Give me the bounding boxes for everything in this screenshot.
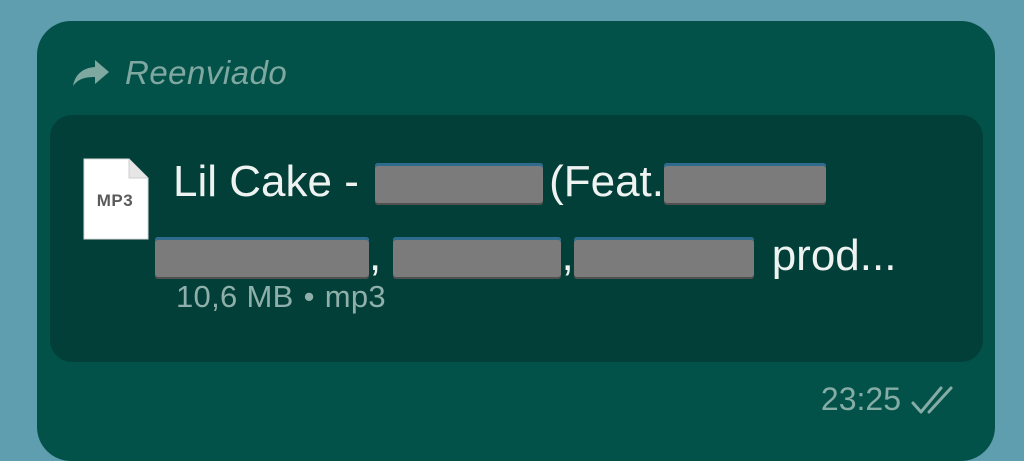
- title-text-suffix: prod...: [771, 231, 897, 280]
- file-extension-label: MP3: [96, 191, 134, 210]
- double-check-icon: [911, 386, 953, 413]
- redacted-block: [375, 163, 544, 206]
- message-timestamp: 23:25: [821, 381, 961, 418]
- message-bubble[interactable]: Reenviado MP3 Lil Cake - (Feat. , , prod.…: [37, 21, 995, 461]
- forwarded-label: Reenviado: [125, 54, 288, 91]
- message-time: 23:25: [820, 381, 901, 417]
- document-attachment[interactable]: MP3 Lil Cake - (Feat. , , prod... 10,6 MB…: [50, 115, 983, 362]
- title-separator: ,: [561, 231, 574, 280]
- title-separator: ,: [369, 231, 382, 280]
- forwarded-indicator: Reenviado: [71, 53, 287, 93]
- redacted-block: [155, 237, 369, 280]
- file-meta: 10,6 MB • mp3: [176, 279, 386, 315]
- file-type: mp3: [324, 279, 386, 314]
- title-text-artist: Lil Cake -: [173, 157, 359, 206]
- meta-separator: •: [303, 279, 315, 314]
- redacted-block: [573, 237, 754, 280]
- file-title-line-1: Lil Cake - (Feat.: [173, 145, 963, 219]
- file-icon: MP3: [81, 156, 151, 242]
- redacted-block: [664, 163, 826, 206]
- file-size: 10,6 MB: [176, 279, 294, 314]
- title-text-feat: (Feat.: [549, 157, 664, 206]
- file-title: Lil Cake - (Feat. , , prod...: [155, 145, 963, 293]
- forward-arrow-icon: [73, 60, 109, 86]
- redacted-block: [393, 237, 562, 280]
